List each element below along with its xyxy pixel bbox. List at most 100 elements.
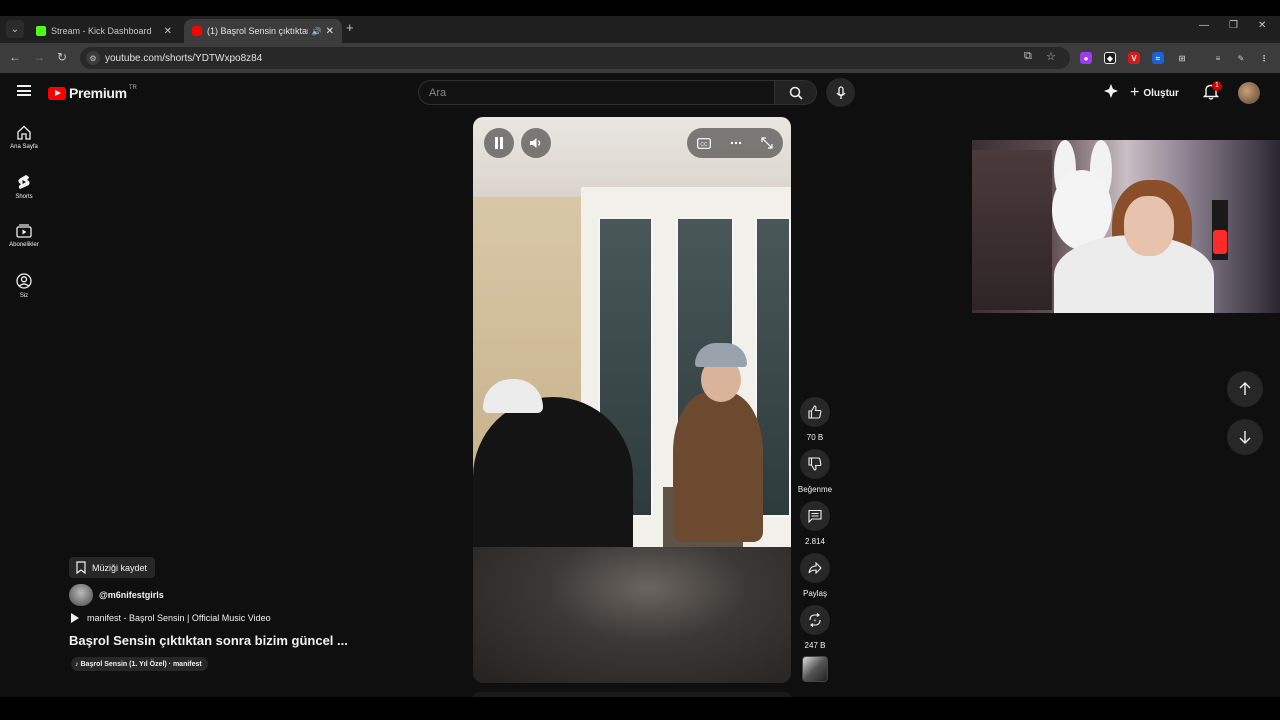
plus-icon: + [1130, 84, 1140, 101]
youtube-icon [192, 26, 202, 36]
short-title[interactable]: Başrol Sensin çıktıktan sonra bizim günc… [69, 633, 348, 648]
pause-button[interactable] [484, 128, 514, 158]
guide-item-you[interactable]: Siz [0, 273, 48, 299]
webcam-face [1124, 196, 1174, 256]
forward-icon[interactable]: → [33, 50, 45, 64]
channel-name[interactable]: @m6nifestgirls [99, 590, 164, 600]
search-box[interactable] [418, 80, 775, 105]
related-video-link[interactable]: manifest - Başrol Sensin | Official Musi… [71, 613, 271, 623]
media-control-icon[interactable]: ≡ [1212, 52, 1224, 64]
new-tab-button[interactable]: + [346, 20, 354, 35]
thumbs-down-icon [808, 457, 822, 471]
logo-text: Premium [69, 85, 127, 101]
browser-menu-icon[interactable]: ⋮ [1258, 52, 1270, 64]
voice-search-button[interactable] [826, 78, 855, 107]
more-options-icon[interactable] [730, 141, 742, 145]
microphone-icon [835, 85, 846, 99]
share-button[interactable] [800, 553, 830, 583]
site-info-icon[interactable]: ⚙ [86, 51, 100, 65]
arrow-down-icon [1239, 431, 1251, 444]
related-video-title: manifest - Başrol Sensin | Official Musi… [87, 613, 271, 623]
bookmark-star-icon[interactable]: ☆ [1046, 50, 1056, 63]
music-note-icon: ♪ [75, 660, 79, 668]
volume-button[interactable] [521, 128, 551, 158]
webcam-mic-light [1213, 230, 1227, 254]
close-tab-icon[interactable]: ✕ [326, 26, 334, 37]
sparkle-create-icon[interactable] [1103, 83, 1119, 104]
tab-title: (1) Başrol Sensin çıktıktan s [207, 26, 308, 36]
extension-diamond-icon[interactable]: ◆ [1104, 52, 1116, 64]
pause-icon [495, 137, 503, 149]
like-button[interactable] [800, 397, 830, 427]
sound-thumbnail[interactable] [802, 656, 828, 682]
channel-avatar[interactable] [69, 584, 93, 606]
comment-count: 2.814 [804, 537, 826, 546]
save-music-button[interactable]: Müziği kaydet [69, 557, 156, 578]
avatar[interactable] [1238, 82, 1260, 104]
comments-action[interactable]: 2.814 [799, 501, 831, 546]
channel-link[interactable]: @m6nifestgirls [69, 584, 164, 606]
guide-item-shorts[interactable]: Shorts [0, 174, 48, 200]
create-button[interactable]: + Oluştur [1130, 81, 1179, 105]
search-button[interactable] [775, 80, 817, 105]
kick-icon [36, 26, 46, 36]
dislike-action[interactable]: Beğenme [798, 449, 832, 494]
video-frame-cap [695, 343, 747, 367]
screen-top-edge [0, 0, 1280, 16]
share-action[interactable]: Paylaş [799, 553, 831, 598]
audio-playing-icon[interactable]: 🔊 [312, 27, 322, 36]
guide-label: Abonelikler [9, 242, 39, 248]
address-bar[interactable]: ⚙ youtube.com/shorts/YDTWxpo8z84 ⧉ ☆ [80, 47, 1070, 69]
extensions-puzzle-icon[interactable]: ⊞ [1176, 52, 1188, 64]
guide-label: Ana Sayfa [10, 144, 38, 150]
player-controls-group: CC [687, 128, 783, 158]
subscriptions-icon [16, 224, 32, 238]
tab-search-button[interactable]: ⌄ [6, 20, 24, 38]
comments-button[interactable] [800, 501, 830, 531]
guide-item-home[interactable]: Ana Sayfa [0, 125, 48, 150]
volume-icon [530, 138, 541, 148]
save-music-label: Müziği kaydet [92, 562, 148, 573]
tab-kick-dashboard[interactable]: Stream - Kick Dashboard ✕ [28, 19, 180, 43]
restore-icon[interactable]: ❐ [1229, 20, 1238, 31]
sound-chip-label: Başrol Sensin (1. Yıl Özel) · manifest [80, 660, 202, 668]
back-icon[interactable]: ← [9, 50, 21, 64]
menu-icon[interactable] [17, 85, 31, 96]
install-app-icon[interactable]: ⧉ [1024, 50, 1032, 63]
search-icon [789, 86, 803, 100]
extension-wave-icon[interactable]: ≈ [1152, 52, 1164, 64]
guide-label: Shorts [15, 194, 33, 200]
tab-youtube-short[interactable]: (1) Başrol Sensin çıktıktan s 🔊 ✕ [184, 19, 342, 43]
minimize-icon[interactable]: — [1199, 20, 1209, 31]
remix-button[interactable]: + [800, 605, 830, 635]
like-action[interactable]: 70 B [799, 397, 831, 442]
notifications-button[interactable]: 1 [1202, 81, 1222, 105]
fullscreen-icon[interactable] [761, 137, 773, 149]
guide-label: Siz [19, 293, 29, 299]
remix-action[interactable]: + 247 B [799, 605, 831, 650]
dislike-button[interactable] [800, 449, 830, 479]
notification-badge: 1 [1212, 81, 1222, 91]
extension-v-icon[interactable]: V [1128, 52, 1140, 64]
webcam-shelf [972, 150, 1052, 310]
video-frame-counter [473, 547, 791, 683]
share-label: Paylaş [802, 589, 827, 598]
captions-icon[interactable]: CC [696, 137, 711, 149]
thumbs-up-icon [808, 405, 822, 419]
remix-count: 247 B [804, 641, 826, 650]
browser-tabstrip: ⌄ Stream - Kick Dashboard ✕ (1) Başrol S… [0, 16, 1280, 43]
close-window-icon[interactable]: ✕ [1258, 20, 1266, 31]
previous-short-button[interactable] [1227, 371, 1263, 407]
svg-text:CC: CC [700, 141, 708, 147]
extension-purple-icon[interactable]: ● [1080, 52, 1092, 64]
profile-icon[interactable]: ✎ [1235, 52, 1247, 64]
youtube-premium-logo[interactable]: Premium TR [48, 85, 137, 101]
next-short-button[interactable] [1227, 419, 1263, 455]
guide-item-subscriptions[interactable]: Abonelikler [0, 224, 48, 248]
close-tab-icon[interactable]: ✕ [164, 26, 172, 37]
bookmark-icon [76, 561, 86, 574]
shorts-video-player[interactable]: CC [473, 117, 791, 683]
sound-chip[interactable]: ♪ Başrol Sensin (1. Yıl Özel) · manifest [71, 657, 208, 671]
reload-icon[interactable]: ↻ [57, 50, 67, 64]
search-input[interactable] [429, 86, 774, 99]
